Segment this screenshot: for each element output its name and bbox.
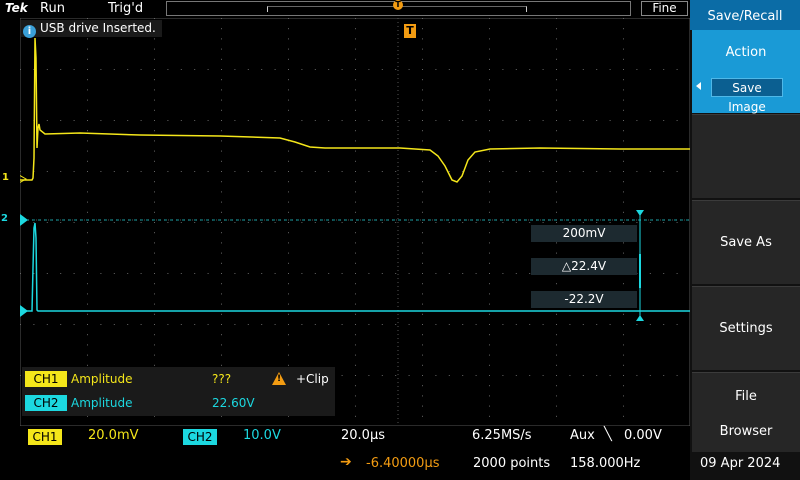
measurement-panel[interactable]: CH1 Amplitude ??? ! +Clip CH2 Amplitude … bbox=[22, 367, 335, 416]
waveform-graticule[interactable] bbox=[20, 18, 690, 426]
ch1-vertical-scale[interactable]: 20.0mV bbox=[88, 428, 139, 443]
file-browser-label-line1: File bbox=[735, 389, 757, 404]
horizontal-delay[interactable]: -6.40000µs bbox=[366, 456, 440, 471]
save-as-label: Save As bbox=[720, 235, 772, 250]
measurement-value: 22.60V bbox=[212, 396, 255, 410]
measurement-row[interactable]: CH2 Amplitude 22.60V bbox=[25, 393, 333, 413]
record-trigger-marker: T bbox=[393, 0, 403, 10]
info-icon: i bbox=[23, 25, 36, 38]
measurement-value: ??? bbox=[212, 372, 232, 386]
trigger-state-label: Trig'd bbox=[108, 1, 144, 16]
brand-logo: Tek bbox=[5, 1, 28, 15]
bottom-status-bar: CH1 20.0mV CH2 10.0V 20.0µs 6.25MS/s Aux… bbox=[0, 426, 690, 480]
horizontal-time-scale[interactable]: 20.0µs bbox=[341, 428, 385, 443]
cursor-scale-readout[interactable]: 200mV bbox=[531, 225, 637, 242]
notification-text: USB drive Inserted. bbox=[40, 21, 156, 35]
save-as-button[interactable]: Save As bbox=[692, 200, 800, 433]
measurement-name: Amplitude bbox=[71, 372, 133, 386]
action-label: Action bbox=[725, 45, 767, 60]
fine-button[interactable]: Fine bbox=[641, 1, 688, 16]
action-menu-item[interactable]: Action Save Image bbox=[692, 30, 800, 114]
measurement-name: Amplitude bbox=[71, 396, 133, 410]
record-length[interactable]: 2000 points bbox=[473, 456, 550, 471]
run-state-label[interactable]: Run bbox=[40, 1, 65, 16]
ch2-badge[interactable]: CH2 bbox=[183, 429, 217, 445]
date-display[interactable]: 09 Apr 2024 bbox=[700, 456, 780, 471]
settings-button[interactable]: Settings bbox=[692, 286, 800, 370]
ch1-measurement-chip: CH1 bbox=[25, 371, 67, 387]
ch2-measurement-chip: CH2 bbox=[25, 395, 67, 411]
trigger-level[interactable]: 0.00V bbox=[624, 428, 662, 443]
warning-exclamation: ! bbox=[277, 374, 282, 384]
settings-label: Settings bbox=[719, 321, 773, 336]
sample-rate[interactable]: 6.25MS/s bbox=[472, 428, 532, 443]
measurement-row[interactable]: CH1 Amplitude ??? ! +Clip bbox=[25, 369, 333, 389]
trigger-position-marker[interactable]: T bbox=[404, 24, 416, 38]
delay-arrow-icon: ➔ bbox=[340, 454, 352, 470]
usb-notification: i USB drive Inserted. bbox=[21, 20, 162, 38]
menu-blank-slot bbox=[692, 114, 800, 198]
record-view[interactable]: T bbox=[166, 0, 631, 16]
clip-warning-label: +Clip bbox=[296, 372, 329, 386]
file-browser-button[interactable]: File Browser bbox=[692, 372, 800, 452]
menu-title: Save/Recall bbox=[690, 0, 800, 30]
trigger-source-label[interactable]: Aux bbox=[570, 428, 595, 443]
save-image-button[interactable]: Save Image bbox=[711, 78, 783, 114]
ch1-level-marker[interactable]: 1 bbox=[2, 172, 9, 183]
file-browser-label-line2: Browser bbox=[719, 424, 773, 439]
ch2-level-marker[interactable]: 2 bbox=[1, 213, 8, 224]
ch1-badge[interactable]: CH1 bbox=[28, 429, 62, 445]
top-status-bar: Tek Run Trig'd T Fine bbox=[0, 0, 690, 18]
cursor-position-readout[interactable]: -22.2V bbox=[531, 291, 637, 308]
ch2-vertical-scale[interactable]: 10.0V bbox=[243, 428, 281, 443]
cursor-delta-readout[interactable]: △22.4V bbox=[531, 258, 637, 275]
save-recall-menu: Save/Recall Action Save Image Save As Se… bbox=[690, 0, 800, 480]
falling-edge-icon[interactable]: ╲ bbox=[604, 427, 612, 442]
trigger-frequency: 158.000Hz bbox=[570, 456, 641, 471]
action-arrow-icon bbox=[696, 82, 701, 90]
